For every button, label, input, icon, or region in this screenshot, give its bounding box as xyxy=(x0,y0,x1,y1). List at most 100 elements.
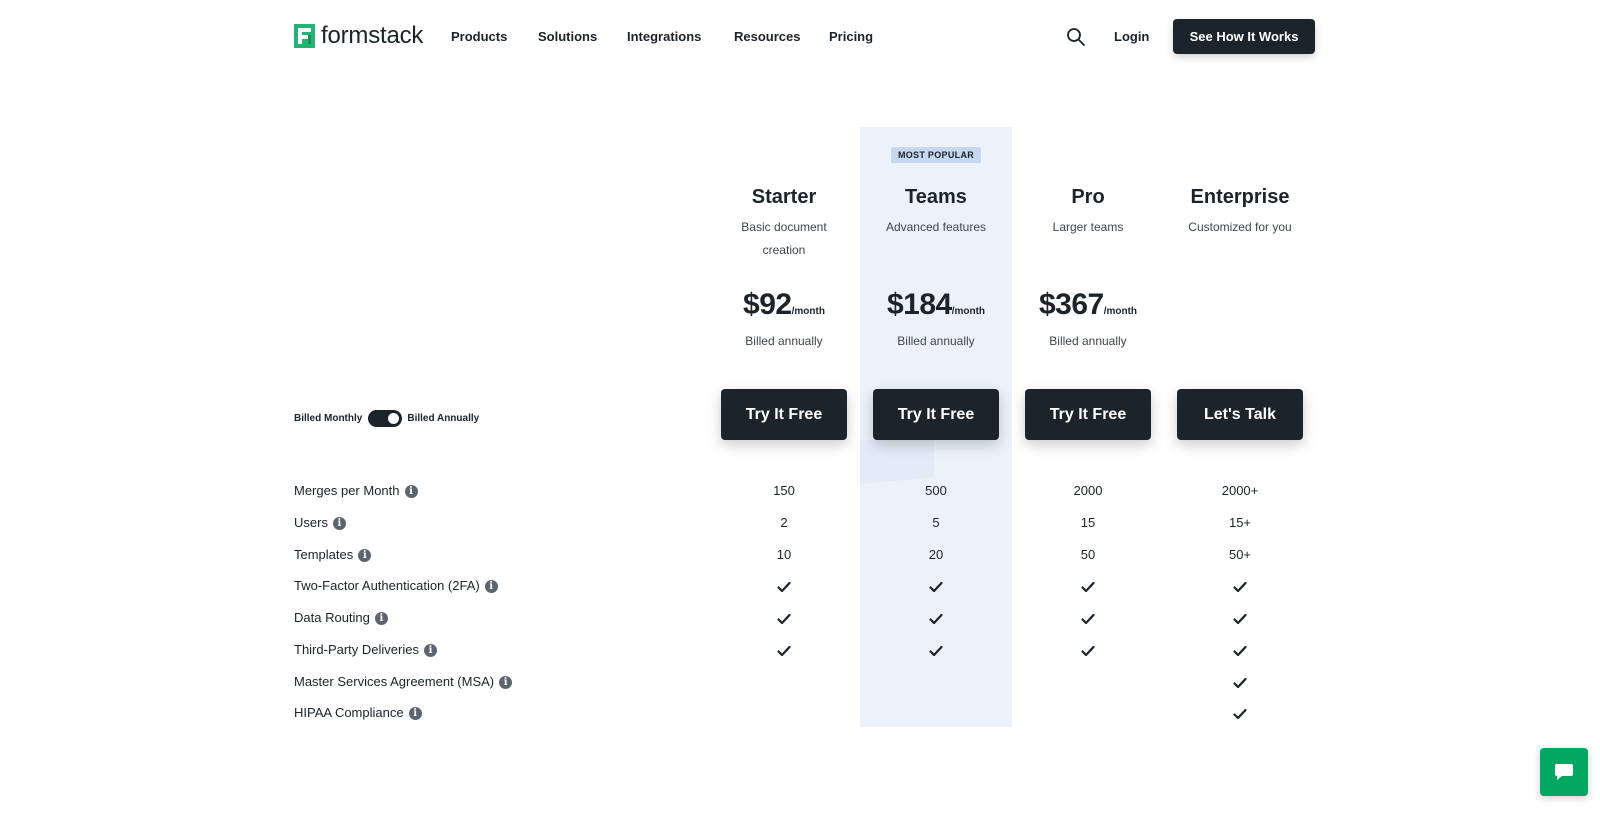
chat-icon xyxy=(1555,764,1573,780)
info-icon[interactable]: i xyxy=(358,548,372,562)
cell-pro: 2000 xyxy=(1073,483,1103,498)
info-icon[interactable]: i xyxy=(499,675,513,689)
cell-starter: 2 xyxy=(780,515,788,530)
plan-description: Basic document creation xyxy=(741,220,827,257)
info-icon[interactable]: i xyxy=(408,706,422,720)
feature-label-text: Third-Party Deliveries xyxy=(294,642,419,657)
plan-price: $92/month xyxy=(708,288,860,322)
feature-label-text: Users xyxy=(294,515,328,530)
feature-row-users: Users i 2 5 15 15+ xyxy=(294,513,1324,533)
nav-products[interactable]: Products xyxy=(451,28,507,46)
feature-label-text: Two-Factor Authentication (2FA) xyxy=(294,578,480,593)
feature-label-text: Master Services Agreement (MSA) xyxy=(294,674,495,689)
formstack-logo[interactable]: formstack xyxy=(294,24,423,48)
checkmark-icon xyxy=(1081,645,1095,656)
teams-try-free-button[interactable]: Try It Free xyxy=(873,389,999,440)
plan-name: Pro xyxy=(1071,186,1105,208)
plan-price: $367/month xyxy=(1012,288,1164,322)
info-icon[interactable]: i xyxy=(484,579,498,593)
cell-teams xyxy=(860,576,1012,596)
billing-toggle: Billed Monthly Billed Annually xyxy=(294,410,479,427)
nav-pricing[interactable]: Pricing xyxy=(829,28,873,46)
info-icon[interactable]: i xyxy=(423,643,437,657)
info-icon[interactable]: i xyxy=(374,611,388,625)
checkmark-icon xyxy=(777,645,791,656)
feature-label: Third-Party Deliveries i xyxy=(294,640,437,660)
site-header: formstack Products Solutions Integration… xyxy=(0,0,1600,74)
feature-row-msa: Master Services Agreement (MSA) i xyxy=(294,672,1324,692)
nav-integrations[interactable]: Integrations xyxy=(627,28,701,46)
feature-label: HIPAA Compliance i xyxy=(294,703,422,723)
billed-annually-label[interactable]: Billed Annually xyxy=(407,413,479,424)
price-amount: $92 xyxy=(743,288,792,321)
checkmark-icon xyxy=(777,581,791,592)
cell-teams xyxy=(860,608,1012,628)
feature-row-data-routing: Data Routing i xyxy=(294,608,1324,628)
checkmark-icon xyxy=(1233,613,1247,624)
feature-label: Templates i xyxy=(294,545,372,565)
price-amount: $184 xyxy=(886,288,952,321)
feature-row-templates: Templates i 10 20 50 50+ xyxy=(294,545,1324,565)
info-icon[interactable]: i xyxy=(332,516,346,530)
cell-pro xyxy=(1012,608,1164,628)
nav-solutions[interactable]: Solutions xyxy=(538,28,597,46)
cell-enterprise: 2000+ xyxy=(1221,483,1259,498)
login-link[interactable]: Login xyxy=(1114,28,1149,46)
see-how-it-works-button[interactable]: See How It Works xyxy=(1173,19,1315,54)
plan-name: Enterprise xyxy=(1190,186,1290,208)
checkmark-icon xyxy=(777,613,791,624)
cell-pro: 15 xyxy=(1080,515,1096,530)
feature-label: Master Services Agreement (MSA) i xyxy=(294,672,513,692)
cell-starter: 150 xyxy=(773,483,795,498)
checkmark-icon xyxy=(1233,708,1247,719)
billed-monthly-label[interactable]: Billed Monthly xyxy=(294,413,362,424)
feature-label-text: Data Routing xyxy=(294,610,370,625)
chat-button[interactable] xyxy=(1540,748,1588,796)
feature-label: Merges per Month i xyxy=(294,481,418,501)
plan-description: Larger teams xyxy=(1052,220,1124,234)
search-icon[interactable] xyxy=(1066,27,1086,47)
cell-teams: 5 xyxy=(932,515,940,530)
enterprise-lets-talk-button[interactable]: Let's Talk xyxy=(1177,389,1303,440)
plan-billing-note: Billed annually xyxy=(745,334,823,348)
checkmark-icon xyxy=(1233,677,1247,688)
cell-enterprise xyxy=(1164,703,1316,723)
info-icon[interactable]: i xyxy=(404,484,418,498)
brand-name: formstack xyxy=(321,22,424,49)
cell-enterprise xyxy=(1164,608,1316,628)
plan-description: Advanced features xyxy=(885,220,987,234)
feature-row-merges: Merges per Month i 150 500 2000 2000+ xyxy=(294,481,1324,501)
cell-enterprise: 50+ xyxy=(1228,547,1252,562)
cell-starter xyxy=(708,576,860,596)
teams-highlight-notch xyxy=(860,440,934,484)
feature-label: Two-Factor Authentication (2FA) i xyxy=(294,576,498,596)
cell-enterprise xyxy=(1164,576,1316,596)
cell-pro: 50 xyxy=(1080,547,1096,562)
feature-row-hipaa: HIPAA Compliance i xyxy=(294,703,1324,723)
feature-label: Data Routing i xyxy=(294,608,388,628)
pro-try-free-button[interactable]: Try It Free xyxy=(1025,389,1151,440)
feature-row-third-party: Third-Party Deliveries i xyxy=(294,640,1324,660)
plan-name: Starter xyxy=(751,186,817,208)
plan-billing-note: Billed annually xyxy=(1049,334,1127,348)
cell-enterprise: 15+ xyxy=(1228,515,1252,530)
billing-switch[interactable] xyxy=(368,410,403,427)
checkmark-icon xyxy=(1081,581,1095,592)
feature-row-2fa: Two-Factor Authentication (2FA) i xyxy=(294,576,1324,596)
cell-starter xyxy=(708,640,860,660)
starter-try-free-button[interactable]: Try It Free xyxy=(721,389,847,440)
cell-pro xyxy=(1012,640,1164,660)
nav-resources[interactable]: Resources xyxy=(734,28,800,46)
cell-starter xyxy=(708,608,860,628)
cell-teams xyxy=(860,640,1012,660)
plan-description: Customized for you xyxy=(1188,220,1292,234)
price-amount: $367 xyxy=(1038,288,1104,321)
feature-label-text: Templates xyxy=(294,547,354,562)
feature-label-text: Merges per Month xyxy=(294,483,400,498)
cell-enterprise xyxy=(1164,672,1316,692)
price-unit: /month xyxy=(951,306,986,317)
checkmark-icon xyxy=(929,613,943,624)
plan-billing-note: Billed annually xyxy=(897,334,975,348)
checkmark-icon xyxy=(1233,581,1247,592)
price-unit: /month xyxy=(1103,306,1138,317)
